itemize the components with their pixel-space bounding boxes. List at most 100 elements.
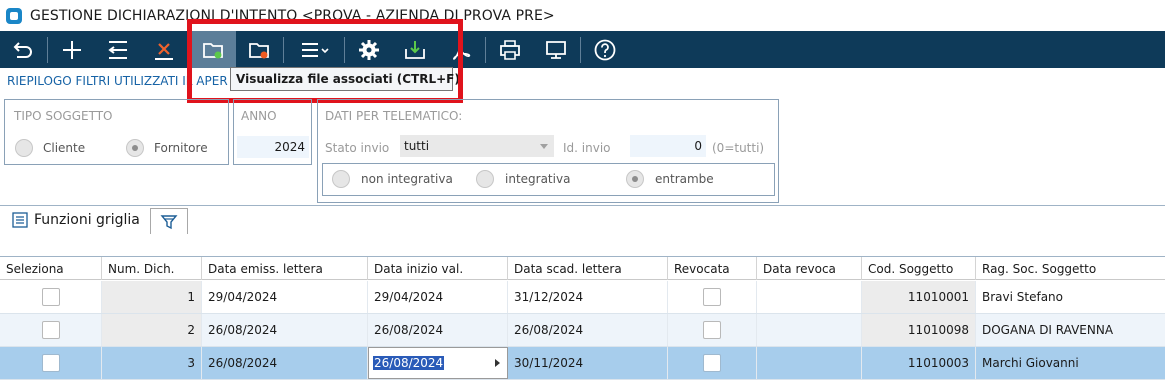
telematico-title: DATI PER TELEMATICO:: [325, 109, 463, 123]
row-select-checkbox[interactable]: [41, 288, 60, 306]
delete-button[interactable]: [141, 31, 187, 68]
toolbar-separator: [485, 36, 486, 63]
column-header-num-dich[interactable]: Num. Dich.: [102, 257, 202, 280]
id-invio-input[interactable]: 0: [630, 135, 706, 157]
back-button[interactable]: [0, 31, 46, 68]
table-row-selected[interactable]: 3 26/08/2024 26/08/2024 30/11/2024 11010…: [0, 347, 1165, 380]
chevron-down-icon: [540, 144, 548, 149]
id-invio-label: Id. invio: [563, 141, 611, 155]
radio-cliente-label: Cliente: [43, 141, 86, 155]
printer-icon: [500, 39, 520, 60]
data-scad-cell[interactable]: 26/08/2024: [508, 314, 668, 346]
cod-soggetto-cell[interactable]: 11010098: [862, 314, 976, 346]
toolbar-separator: [47, 36, 48, 63]
data-inizio-selected-text: 26/08/2024: [373, 356, 445, 370]
column-header-data-emiss[interactable]: Data emiss. lettera: [202, 257, 368, 280]
data-revoca-cell[interactable]: [757, 314, 862, 346]
filter-panel: TIPO SOGGETTO Cliente Fornitore ANNO 202…: [0, 95, 1165, 206]
data-emiss-cell[interactable]: 26/08/2024: [202, 347, 368, 379]
tipo-soggetto-title: TIPO SOGGETTO: [14, 109, 113, 123]
highlight-box: [187, 19, 463, 103]
help-icon: [594, 39, 616, 60]
radio-fornitore[interactable]: [126, 139, 144, 157]
rag-soc-cell[interactable]: Marchi Giovanni: [976, 347, 1165, 379]
row-select-cell: [0, 347, 102, 379]
help-button[interactable]: [582, 31, 628, 68]
dichiarazioni-grid: Seleziona Num. Dich. Data emiss. lettera…: [0, 256, 1165, 382]
radio-fornitore-label: Fornitore: [154, 141, 208, 155]
column-header-rag-soc[interactable]: Rag. Soc. Soggetto: [976, 257, 1165, 280]
data-revoca-cell[interactable]: [757, 281, 862, 313]
cod-soggetto-cell[interactable]: 11010001: [862, 281, 976, 313]
cod-soggetto-cell[interactable]: 11010003: [862, 347, 976, 379]
data-inizio-cell[interactable]: 26/08/2024: [368, 314, 508, 346]
table-row[interactable]: 2 26/08/2024 26/08/2024 26/08/2024 11010…: [0, 314, 1165, 347]
back-arrow-icon: [13, 41, 32, 58]
table-row[interactable]: 1 29/04/2024 29/04/2024 31/12/2024 11010…: [0, 281, 1165, 314]
stato-invio-select[interactable]: tutti: [400, 135, 554, 157]
column-header-data-inizio[interactable]: Data inizio val.: [368, 257, 508, 280]
preview-button[interactable]: [533, 31, 579, 68]
add-button[interactable]: [49, 31, 95, 68]
column-header-seleziona[interactable]: Seleziona: [0, 257, 102, 280]
grid-toolbar: Funzioni griglia: [0, 207, 1165, 235]
anno-input[interactable]: 2024: [237, 136, 309, 158]
column-header-data-scad[interactable]: Data scad. lettera: [508, 257, 668, 280]
funzioni-griglia-button[interactable]: Funzioni griglia: [12, 212, 140, 228]
id-invio-hint: (0=tutti): [712, 141, 765, 155]
revocata-cell: [668, 314, 757, 346]
num-dich-cell[interactable]: 1: [102, 281, 202, 313]
column-header-data-revoca[interactable]: Data revoca: [757, 257, 862, 280]
data-inizio-edit-cell[interactable]: 26/08/2024: [368, 347, 508, 379]
stato-invio-label: Stato invio: [325, 141, 390, 155]
integrativa-group: non integrativa integrativa entrambe: [322, 163, 775, 196]
cell-arrow-icon[interactable]: [495, 359, 500, 367]
grid-filter-button[interactable]: [150, 208, 188, 234]
revocata-cell: [668, 281, 757, 313]
data-revoca-cell[interactable]: [757, 347, 862, 379]
radio-non-integrativa[interactable]: [332, 170, 350, 188]
tipo-soggetto-group: TIPO SOGGETTO Cliente Fornitore: [4, 99, 229, 165]
column-header-revocata[interactable]: Revocata: [668, 257, 757, 280]
plus-icon: [63, 40, 81, 59]
num-dich-cell[interactable]: 3: [102, 347, 202, 379]
radio-integrativa[interactable]: [476, 170, 494, 188]
data-emiss-cell[interactable]: 29/04/2024: [202, 281, 368, 313]
app-logo-icon: [6, 7, 22, 24]
funzioni-griglia-label: Funzioni griglia: [34, 212, 140, 228]
revocata-checkbox[interactable]: [703, 354, 721, 372]
radio-entrambe-label: entrambe: [655, 172, 714, 186]
column-header-cod-soggetto[interactable]: Cod. Soggetto: [862, 257, 976, 280]
data-emiss-cell[interactable]: 26/08/2024: [202, 314, 368, 346]
anno-title: ANNO: [241, 109, 277, 123]
radio-entrambe[interactable]: [626, 170, 644, 188]
data-scad-cell[interactable]: 31/12/2024: [508, 281, 668, 313]
filter-icon: [160, 214, 178, 229]
row-select-cell: [0, 281, 102, 313]
rag-soc-cell[interactable]: DOGANA DI RAVENNA: [976, 314, 1165, 346]
list-icon: [12, 212, 28, 228]
row-select-checkbox[interactable]: [41, 354, 60, 372]
print-button[interactable]: [487, 31, 533, 68]
row-select-checkbox[interactable]: [41, 321, 60, 339]
monitor-icon: [546, 40, 566, 59]
anno-group: ANNO 2024: [233, 99, 312, 165]
rag-soc-cell[interactable]: Bravi Stefano: [976, 281, 1165, 313]
row-select-cell: [0, 314, 102, 346]
telematico-group: DATI PER TELEMATICO: Stato invio tutti I…: [317, 99, 779, 203]
data-inizio-cell[interactable]: 29/04/2024: [368, 281, 508, 313]
radio-non-integrativa-label: non integrativa: [361, 172, 453, 186]
undo-list-icon: [108, 40, 127, 59]
revocata-cell: [668, 347, 757, 379]
grid-header: Seleziona Num. Dich. Data emiss. lettera…: [0, 257, 1165, 280]
delete-x-icon: [155, 42, 173, 60]
stato-invio-value: tutti: [404, 139, 430, 153]
toolbar-separator: [580, 36, 581, 63]
undo-button[interactable]: [95, 31, 141, 68]
data-scad-cell[interactable]: 30/11/2024: [508, 347, 668, 379]
num-dich-cell[interactable]: 2: [102, 314, 202, 346]
revocata-checkbox[interactable]: [703, 321, 721, 339]
revocata-checkbox[interactable]: [703, 288, 721, 306]
radio-cliente[interactable]: [15, 139, 33, 157]
title-bar: GESTIONE DICHIARAZIONI D'INTENTO <PROVA …: [0, 0, 1165, 31]
